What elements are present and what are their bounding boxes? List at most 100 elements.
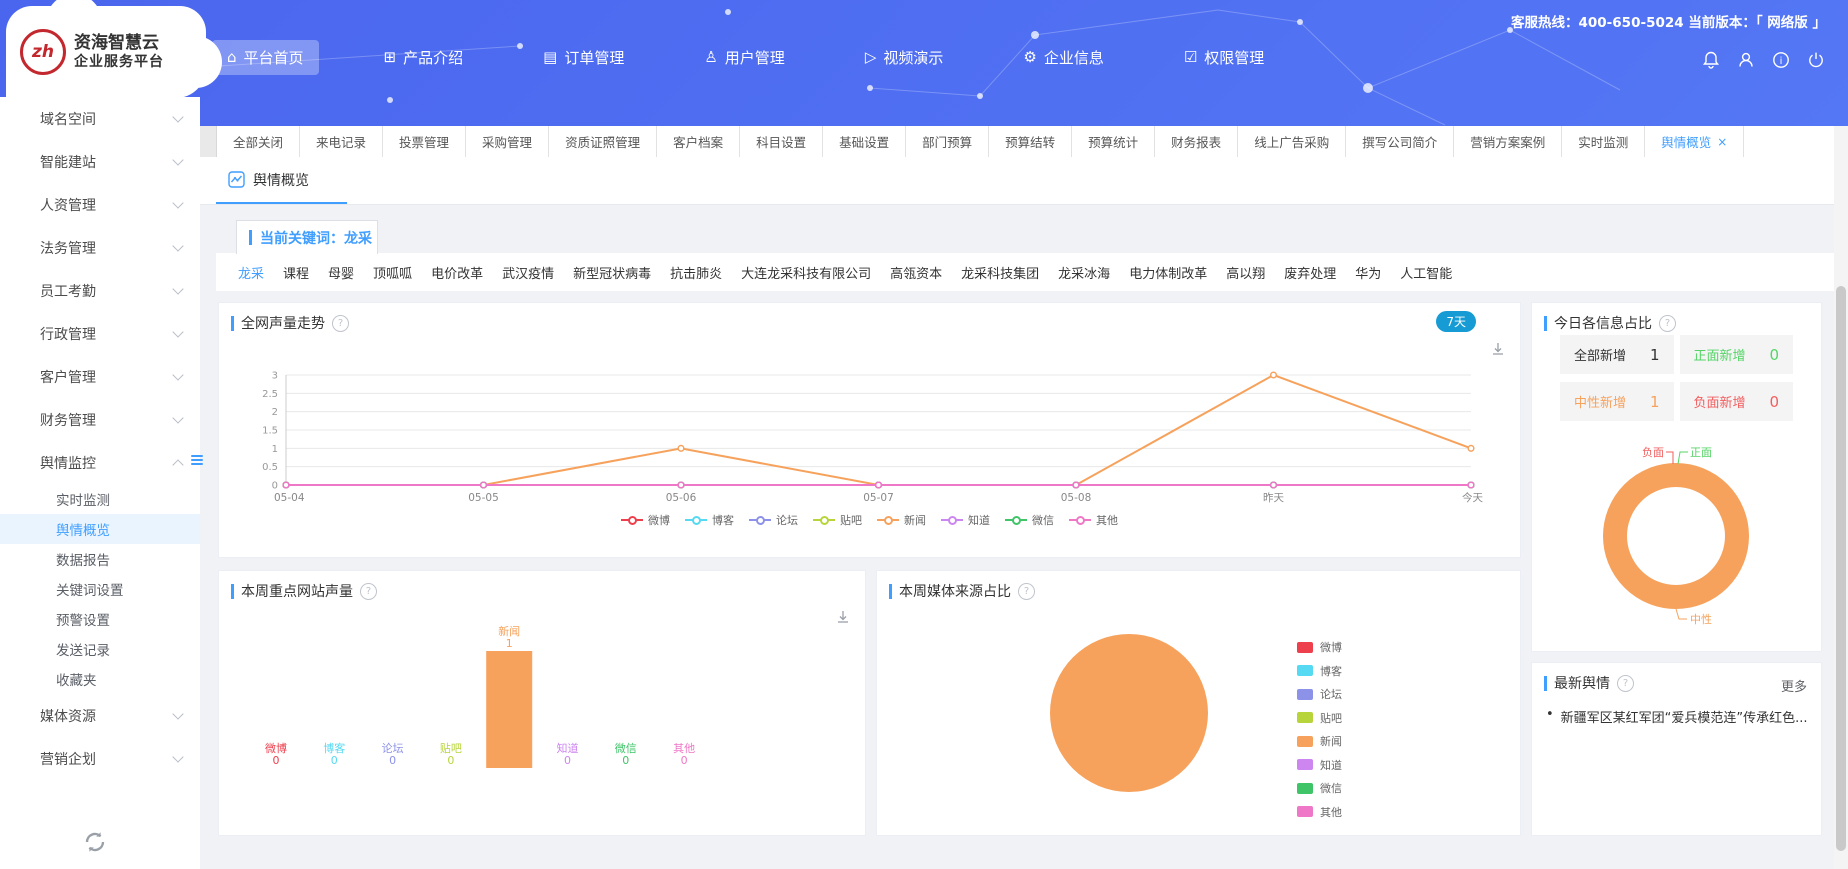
pie-legend-item-微博[interactable]: 微博 bbox=[1297, 639, 1342, 655]
help-icon[interactable]: ? bbox=[1659, 315, 1676, 332]
tab-基础设置[interactable]: 基础设置 bbox=[823, 126, 906, 157]
nav-item-企业信息[interactable]: ⚙企业信息 bbox=[1008, 40, 1118, 75]
sidebar-item-舆情监控[interactable]: 舆情监控 bbox=[0, 441, 200, 484]
pie-legend-item-论坛[interactable]: 论坛 bbox=[1297, 686, 1342, 702]
svg-text:05-08: 05-08 bbox=[1061, 492, 1092, 504]
keyword-link-龙采科技集团[interactable]: 龙采科技集团 bbox=[961, 263, 1039, 282]
sidebar-item-域名空间[interactable]: 域名空间 bbox=[0, 97, 200, 140]
tab-科目设置[interactable]: 科目设置 bbox=[740, 126, 823, 157]
pie-legend-item-其他[interactable]: 其他 bbox=[1297, 804, 1342, 820]
power-icon[interactable] bbox=[1806, 50, 1826, 70]
keyword-link-母婴[interactable]: 母婴 bbox=[328, 263, 354, 282]
sidebar-subitem-预警设置[interactable]: 预警设置 bbox=[0, 604, 200, 634]
tab-线上广告采购[interactable]: 线上广告采购 bbox=[1238, 126, 1346, 157]
current-keyword-tab[interactable]: 当前关键词：龙采 bbox=[236, 220, 378, 254]
keyword-link-顶呱呱[interactable]: 顶呱呱 bbox=[373, 263, 412, 282]
help-icon[interactable]: ? bbox=[1018, 583, 1035, 600]
pie-legend-item-贴吧[interactable]: 贴吧 bbox=[1297, 710, 1342, 726]
keyword-link-电价改革[interactable]: 电价改革 bbox=[431, 263, 483, 282]
vertical-scrollbar-track[interactable] bbox=[1834, 126, 1848, 869]
sidebar-item-营销企划[interactable]: 营销企划 bbox=[0, 737, 200, 780]
download-icon[interactable] bbox=[835, 609, 851, 625]
legend-item-论坛[interactable]: 论坛 bbox=[749, 512, 798, 528]
user-icon[interactable] bbox=[1736, 50, 1756, 70]
range-badge[interactable]: 7天 bbox=[1436, 311, 1476, 332]
legend-item-贴吧[interactable]: 贴吧 bbox=[813, 512, 862, 528]
keyword-link-人工智能[interactable]: 人工智能 bbox=[1400, 263, 1452, 282]
legend-item-知道[interactable]: 知道 bbox=[941, 512, 990, 528]
tab-资质证照管理[interactable]: 资质证照管理 bbox=[549, 126, 657, 157]
nav-item-权限管理[interactable]: ☑权限管理 bbox=[1169, 40, 1279, 75]
help-icon[interactable]: ? bbox=[360, 583, 377, 600]
sidebar-subitem-收藏夹[interactable]: 收藏夹 bbox=[0, 664, 200, 694]
sidebar-item-人资管理[interactable]: 人资管理 bbox=[0, 183, 200, 226]
tab-撰写公司简介[interactable]: 撰写公司简介 bbox=[1346, 126, 1454, 157]
nav-item-平台首页[interactable]: ⌂平台首页 bbox=[212, 40, 319, 75]
pie-legend-item-博客[interactable]: 博客 bbox=[1297, 663, 1342, 679]
tab-客户档案[interactable]: 客户档案 bbox=[657, 126, 740, 157]
sidebar-subitem-关键词设置[interactable]: 关键词设置 bbox=[0, 574, 200, 604]
sidebar-item-行政管理[interactable]: 行政管理 bbox=[0, 312, 200, 355]
sidebar-subitem-实时监测[interactable]: 实时监测 bbox=[0, 484, 200, 514]
tab-营销方案案例[interactable]: 营销方案案例 bbox=[1454, 126, 1562, 157]
keyword-link-龙采冰海[interactable]: 龙采冰海 bbox=[1058, 263, 1110, 282]
sidebar-subitem-发送记录[interactable]: 发送记录 bbox=[0, 634, 200, 664]
keyword-link-龙采[interactable]: 龙采 bbox=[238, 263, 264, 282]
tab-scroll-cell[interactable] bbox=[200, 126, 217, 157]
pie-legend-item-微信[interactable]: 微信 bbox=[1297, 780, 1342, 796]
tab-预算统计[interactable]: 预算统计 bbox=[1072, 126, 1155, 157]
pie-legend-item-新闻[interactable]: 新闻 bbox=[1297, 733, 1342, 749]
sidebar-item-员工考勤[interactable]: 员工考勤 bbox=[0, 269, 200, 312]
keyword-link-武汉疫情[interactable]: 武汉疫情 bbox=[502, 263, 554, 282]
logo-icon: zh bbox=[20, 29, 66, 75]
sidebar-item-客户管理[interactable]: 客户管理 bbox=[0, 355, 200, 398]
bell-icon[interactable] bbox=[1701, 50, 1721, 70]
keyword-link-大连龙采科技有限公司[interactable]: 大连龙采科技有限公司 bbox=[741, 263, 871, 282]
pie-legend-item-知道[interactable]: 知道 bbox=[1297, 757, 1342, 773]
sidebar-subitem-舆情概览[interactable]: 舆情概览 bbox=[0, 514, 200, 544]
sidebar-item-媒体资源[interactable]: 媒体资源 bbox=[0, 694, 200, 737]
sidebar-item-智能建站[interactable]: 智能建站 bbox=[0, 140, 200, 183]
nav-item-用户管理[interactable]: ♙用户管理 bbox=[689, 40, 799, 75]
refresh-icon[interactable] bbox=[82, 829, 108, 855]
legend-item-其他[interactable]: 其他 bbox=[1069, 512, 1118, 528]
vertical-scrollbar-thumb[interactable] bbox=[1836, 286, 1846, 851]
tab-部门预算[interactable]: 部门预算 bbox=[906, 126, 989, 157]
sidebar-drag-handle[interactable] bbox=[191, 455, 203, 465]
legend-item-博客[interactable]: 博客 bbox=[685, 512, 734, 528]
keyword-link-高以翔[interactable]: 高以翔 bbox=[1226, 263, 1265, 282]
nav-item-订单管理[interactable]: ▤订单管理 bbox=[528, 40, 639, 75]
more-link[interactable]: 更多 bbox=[1781, 676, 1807, 695]
nav-item-产品介绍[interactable]: ⊞产品介绍 bbox=[369, 40, 479, 75]
sidebar-item-财务管理[interactable]: 财务管理 bbox=[0, 398, 200, 441]
site-bar-chart: 微博0博客0论坛0贴吧0新闻1知道0微信0其他0 bbox=[227, 617, 859, 829]
tab-采购管理[interactable]: 采购管理 bbox=[466, 126, 549, 157]
nav-item-视频演示[interactable]: ▷视频演示 bbox=[850, 40, 959, 75]
keyword-link-新型冠状病毒[interactable]: 新型冠状病毒 bbox=[573, 263, 651, 282]
keyword-link-高瓴资本[interactable]: 高瓴资本 bbox=[890, 263, 942, 282]
tab-投票管理[interactable]: 投票管理 bbox=[383, 126, 466, 157]
tab-全部关闭[interactable]: 全部关闭 bbox=[217, 126, 300, 157]
keyword-link-华为[interactable]: 华为 bbox=[1355, 263, 1381, 282]
keyword-link-废弃处理[interactable]: 废弃处理 bbox=[1284, 263, 1336, 282]
sidebar-item-法务管理[interactable]: 法务管理 bbox=[0, 226, 200, 269]
help-icon[interactable]: ? bbox=[332, 315, 349, 332]
tab-实时监测[interactable]: 实时监测 bbox=[1562, 126, 1645, 157]
help-icon[interactable]: ? bbox=[1617, 675, 1634, 692]
keyword-link-电力体制改革[interactable]: 电力体制改革 bbox=[1129, 263, 1207, 282]
legend-item-微信[interactable]: 微信 bbox=[1005, 512, 1054, 528]
legend-item-微博[interactable]: 微博 bbox=[621, 512, 670, 528]
download-icon[interactable] bbox=[1490, 341, 1506, 357]
tab-yuqing-overview[interactable]: 舆情概览 bbox=[216, 157, 347, 204]
close-icon[interactable]: × bbox=[1717, 135, 1727, 149]
keyword-link-课程[interactable]: 课程 bbox=[283, 263, 309, 282]
tab-预算结转[interactable]: 预算结转 bbox=[989, 126, 1072, 157]
tab-舆情概览[interactable]: 舆情概览× bbox=[1645, 126, 1744, 157]
info-icon[interactable]: i bbox=[1771, 50, 1791, 70]
tab-来电记录[interactable]: 来电记录 bbox=[300, 126, 383, 157]
sidebar-subitem-数据报告[interactable]: 数据报告 bbox=[0, 544, 200, 574]
tab-财务报表[interactable]: 财务报表 bbox=[1155, 126, 1238, 157]
keyword-link-抗击肺炎[interactable]: 抗击肺炎 bbox=[670, 263, 722, 282]
news-item[interactable]: •新疆军区某红军团“爱兵模范连”传承红色... bbox=[1546, 707, 1811, 726]
legend-item-新闻[interactable]: 新闻 bbox=[877, 512, 926, 528]
